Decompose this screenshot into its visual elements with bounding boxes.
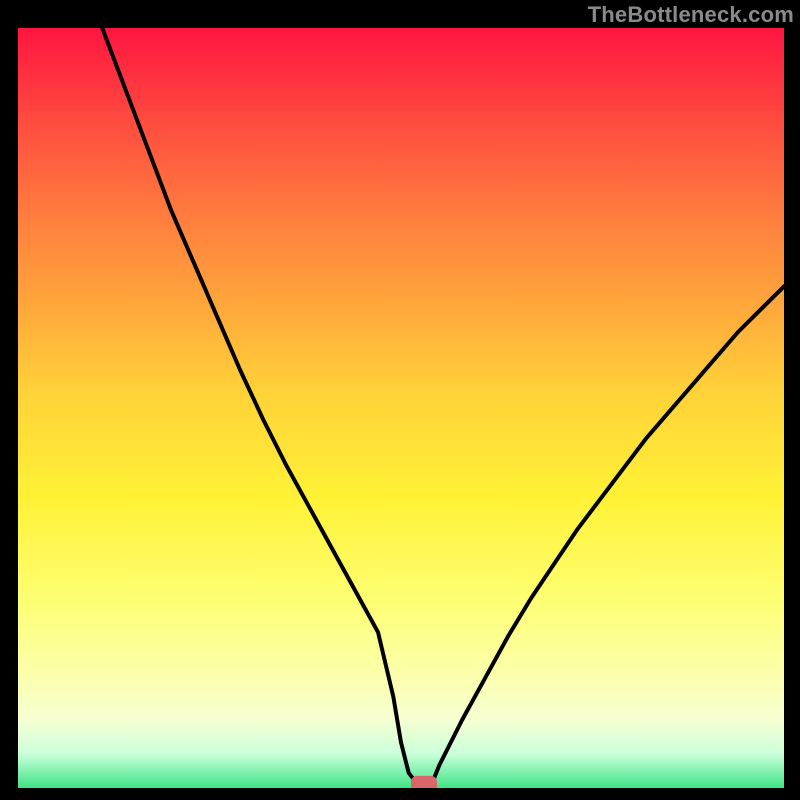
chart-frame: TheBottleneck.com <box>0 0 800 800</box>
chart-svg <box>18 28 784 788</box>
optimum-marker-icon <box>411 776 437 788</box>
gradient-background <box>18 28 784 788</box>
attribution-watermark: TheBottleneck.com <box>588 2 794 28</box>
plot-area <box>18 28 784 788</box>
